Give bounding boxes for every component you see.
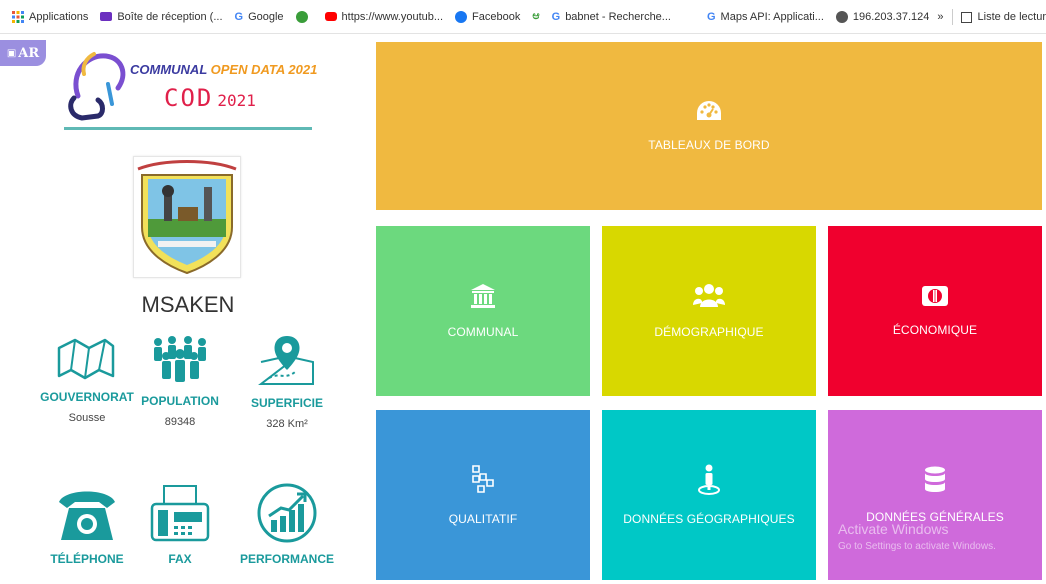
- tile-label: COMMUNAL: [447, 325, 519, 339]
- apps-grid-icon: [12, 10, 24, 23]
- bookmark-extension[interactable]: [295, 10, 313, 23]
- city-name: MSAKEN: [141, 292, 235, 317]
- globe-icon: [835, 10, 848, 23]
- bookmark-youtube[interactable]: https://www.youtub...: [324, 10, 444, 23]
- bookmark-label: Boîte de réception (...: [117, 10, 223, 23]
- database-icon: [925, 466, 945, 492]
- tile-donnees-geographiques[interactable]: DONNÉES GÉOGRAPHIQUES: [602, 410, 816, 580]
- translate-icon: ▣: [6, 47, 17, 59]
- logo-word-open-data: OPEN DATA 2021: [210, 62, 318, 77]
- map-icon: [57, 338, 115, 380]
- bookmark-label: https://www.youtub...: [341, 10, 444, 23]
- tile-label: QUALITATIF: [448, 512, 518, 526]
- card-icon: [922, 286, 948, 306]
- reading-list-icon: [960, 11, 972, 23]
- tile-label: DÉMOGRAPHIQUE: [654, 325, 764, 339]
- stat-superficie: SUPERFICIE 328 Km²: [232, 332, 342, 430]
- stat-label: POPULATION: [141, 394, 219, 408]
- people-icon: [154, 336, 206, 382]
- tile-economique[interactable]: ÉCONOMIQUE: [828, 226, 1042, 396]
- stat-fax[interactable]: FAX: [125, 482, 235, 566]
- phone-icon: [59, 491, 115, 540]
- cubes-icon: [472, 465, 494, 493]
- google-icon: G: [234, 10, 244, 23]
- tile-label: DONNÉES GÉOGRAPHIQUES: [623, 512, 795, 526]
- building-icon: [471, 284, 495, 308]
- bookmark-tool[interactable]: ಆ: [532, 10, 539, 23]
- stat-value: 328 Km²: [266, 418, 308, 430]
- tile-qualitatif[interactable]: QUALITATIF: [376, 410, 590, 580]
- bookmark-label: Google: [248, 10, 284, 23]
- bookmark-facebook[interactable]: Facebook: [455, 10, 521, 23]
- google-icon: G: [706, 10, 716, 23]
- divider: [951, 9, 953, 25]
- stat-population: POPULATION 89348: [125, 334, 235, 428]
- bookmark-label: Facebook: [472, 10, 521, 23]
- bookmark-label: Applications: [29, 10, 89, 23]
- tile-label: TABLEAUX DE BORD: [648, 138, 770, 152]
- bookmarks-more-button[interactable]: »: [937, 11, 943, 23]
- bookmark-label: babnet - Recherche...: [565, 10, 671, 23]
- mail-icon: [100, 12, 113, 21]
- commune-crest-image: [133, 156, 241, 278]
- stat-label: FAX: [168, 552, 192, 566]
- logo-year: 2021: [217, 91, 256, 110]
- logo-cod: COD: [164, 84, 214, 112]
- bookmark-inbox[interactable]: Boîte de réception (...: [100, 10, 223, 23]
- performance-icon: [257, 483, 317, 543]
- bookmark-maps-api[interactable]: G Maps API: Applicati...: [707, 11, 824, 23]
- cod-logo-mark: [68, 52, 126, 121]
- tile-communal[interactable]: COMMUNAL: [376, 226, 590, 396]
- bookmark-applications[interactable]: Applications: [12, 10, 89, 23]
- dashboard-icon: [697, 101, 721, 120]
- facebook-icon: [455, 10, 468, 23]
- bookmarks-bar: Applications Boîte de réception (... G G…: [0, 0, 1046, 34]
- cod-logo[interactable]: COMMUNAL OPEN DATA 2021 COD 2021: [64, 44, 317, 134]
- users-icon: [693, 284, 725, 307]
- stat-performance[interactable]: PERFORMANCE: [232, 482, 342, 566]
- logo-title: COMMUNAL OPEN DATA 2021: [130, 62, 317, 77]
- watermark-title: Activate Windows: [838, 521, 949, 537]
- language-switch-button[interactable]: ▣ AR: [0, 40, 46, 66]
- bookmark-babnet[interactable]: G babnet - Recherche...: [552, 11, 671, 23]
- watermark-subtitle: Go to Settings to activate Windows.: [838, 541, 996, 552]
- google-icon: G: [551, 10, 561, 23]
- logo-word-communal: COMMUNAL: [130, 62, 211, 77]
- logo-subtitle: COD 2021: [164, 84, 256, 112]
- location-pin-icon: [258, 336, 314, 385]
- tile-label: ÉCONOMIQUE: [892, 323, 978, 337]
- fax-icon: [150, 485, 210, 542]
- bookmark-label: Maps API: Applicati...: [720, 10, 824, 23]
- tool-icon: ಆ: [532, 10, 540, 22]
- stat-label: PERFORMANCE: [239, 552, 334, 566]
- extension-icon: [295, 10, 308, 23]
- stat-label: SUPERFICIE: [250, 396, 323, 410]
- youtube-icon: [324, 12, 337, 21]
- bookmark-google[interactable]: G Google: [235, 11, 284, 23]
- language-label: AR: [18, 45, 40, 61]
- logo-underline: [64, 127, 312, 130]
- commune-info-panel: ▣ AR COMMUNAL OPEN DATA 2021 COD 2021 MS…: [0, 34, 360, 584]
- tile-demographique[interactable]: DÉMOGRAPHIQUE: [602, 226, 816, 396]
- reading-list-button[interactable]: Liste de lectur: [978, 11, 1046, 23]
- tile-tableaux-de-bord[interactable]: TABLEAUX DE BORD: [376, 42, 1042, 210]
- stat-value: 89348: [164, 416, 196, 428]
- geo-person-icon: [698, 464, 720, 495]
- activate-windows-watermark: Activate Windows Go to Settings to activ…: [838, 520, 996, 556]
